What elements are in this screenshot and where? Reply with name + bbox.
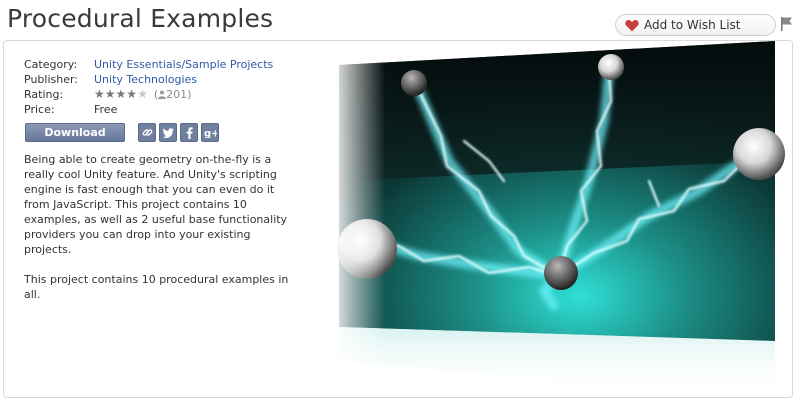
add-to-wishlist-button[interactable]: Add to Wish List [615,14,776,36]
link-icon[interactable] [138,123,156,142]
rating-count: (201) [153,88,192,101]
price-label: Price: [24,103,55,116]
publisher-link[interactable]: Unity Technologies [94,72,197,87]
star-empty-icon: ★ [137,87,148,101]
rating-label: Rating: [24,88,64,101]
google-plus-glyph: g+ [204,129,217,139]
download-button[interactable]: Download [25,123,125,142]
description-paragraph: Being able to create geometry on-the-fly… [24,153,288,256]
svg-text:g+: g+ [204,129,217,139]
publisher-row: Publisher: Unity Technologies [24,72,273,87]
facebook-icon[interactable] [180,123,198,142]
user-icon [158,90,167,99]
star-icon: ★ [104,87,116,101]
flag-icon[interactable] [780,16,794,32]
hero-screenshot[interactable] [329,41,793,398]
star-icon: ★ [126,87,138,101]
asset-panel: Category: Unity Essentials/Sample Projec… [3,40,793,398]
rating-stars: ★ ★ ★ ★ ★ (201) [94,87,191,102]
price-row: Price: Free [24,102,273,117]
publisher-label: Publisher: [24,73,79,86]
asset-meta: Category: Unity Essentials/Sample Projec… [24,57,273,117]
category-label: Category: [24,58,78,71]
description-paragraph: This project contains 10 procedural exam… [24,273,289,301]
heart-icon [625,19,639,32]
rating-row: Rating: ★ ★ ★ ★ ★ (201) [24,87,273,102]
share-buttons: g+ [138,123,219,142]
link-glyph [142,129,152,136]
star-icon: ★ [115,87,127,101]
price-value: Free [94,103,118,116]
wishlist-label: Add to Wish List [644,18,741,32]
star-icon: ★ [94,87,105,101]
asset-description: Being able to create geometry on-the-fly… [24,152,289,317]
google-plus-icon[interactable]: g+ [201,123,219,142]
twitter-glyph [162,127,174,138]
category-link[interactable]: Unity Essentials/Sample Projects [94,57,273,72]
category-row: Category: Unity Essentials/Sample Projec… [24,57,273,72]
facebook-glyph [186,126,193,139]
page-title: Procedural Examples [7,4,274,33]
rating-count-value: 201 [166,88,188,101]
twitter-icon[interactable] [159,123,177,142]
